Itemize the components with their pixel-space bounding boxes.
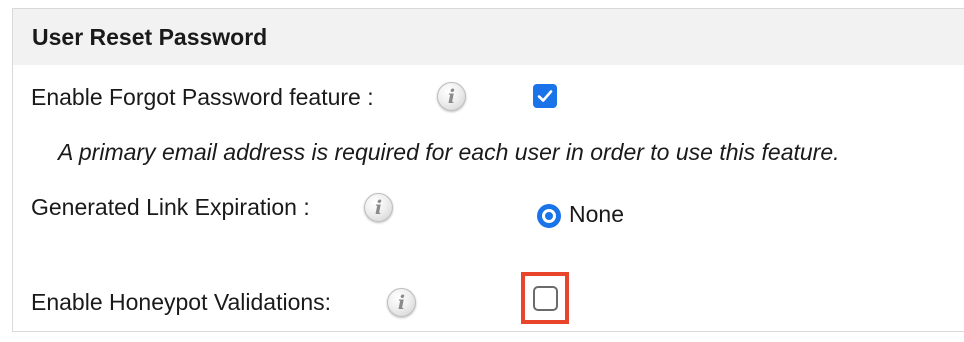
info-icon[interactable]: i bbox=[437, 82, 466, 111]
panel-title: User Reset Password bbox=[32, 24, 268, 50]
link-expiration-none-radio[interactable] bbox=[537, 204, 561, 228]
checkmark-icon bbox=[537, 90, 553, 102]
forgot-password-checkbox[interactable] bbox=[533, 84, 557, 108]
forgot-password-note: A primary email address is required for … bbox=[58, 139, 840, 165]
info-icon[interactable]: i bbox=[364, 193, 393, 222]
honeypot-checkbox[interactable] bbox=[533, 286, 558, 311]
honeypot-label: Enable Honeypot Validations: bbox=[31, 289, 332, 315]
link-expiration-none-label[interactable]: None bbox=[569, 201, 624, 228]
forgot-password-label: Enable Forgot Password feature : bbox=[31, 84, 374, 110]
radio-inner bbox=[545, 212, 553, 220]
link-expiration-label: Generated Link Expiration : bbox=[31, 194, 310, 220]
highlight-box bbox=[521, 272, 569, 324]
panel-header: User Reset Password bbox=[13, 9, 964, 65]
user-reset-password-panel: User Reset Password bbox=[12, 8, 964, 332]
info-icon[interactable]: i bbox=[387, 288, 416, 317]
